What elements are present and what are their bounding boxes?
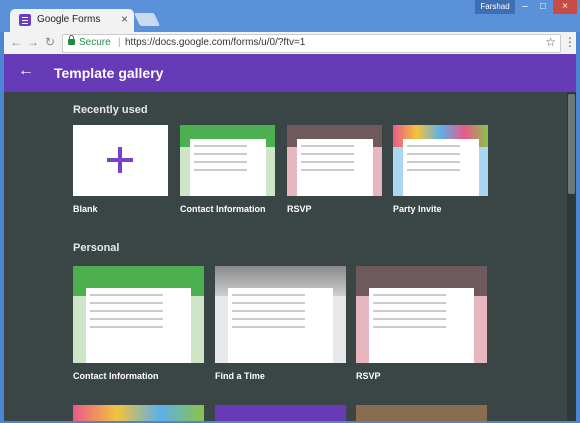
template-card-contact-information[interactable]	[180, 125, 275, 196]
form-preview-lines	[369, 294, 474, 328]
app-bar: ← Template gallery	[4, 54, 576, 92]
chrome-menu-icon[interactable]: ⋮	[564, 35, 576, 49]
template-card-party-invite[interactable]	[393, 125, 488, 196]
template-label-rsvp: RSVP	[287, 204, 312, 214]
template-label-contact-information-large: Contact Information	[73, 371, 159, 381]
browser-toolbar: ← → ↻ Secure | https://docs.google.com/f…	[4, 32, 576, 54]
section-recently-used: Recently used	[73, 104, 148, 116]
page: ← Template gallery Recently used Blank C…	[4, 54, 576, 421]
template-card-blank[interactable]	[73, 125, 168, 196]
secure-label: Secure	[79, 37, 111, 48]
user-badge[interactable]: Farshad	[475, 0, 515, 14]
forms-favicon-icon	[19, 14, 31, 26]
plus-icon	[107, 147, 133, 173]
template-label-find-a-time: Find a Time	[215, 371, 265, 381]
form-preview-lines	[297, 145, 373, 171]
template-card-find-a-time[interactable]	[215, 266, 346, 363]
back-nav-icon[interactable]: ←	[10, 35, 22, 49]
scrollbar-thumb[interactable]	[568, 94, 575, 194]
url-separator: |	[118, 37, 121, 48]
url-text[interactable]: https://docs.google.com/forms/u/0/?ftv=1	[125, 37, 305, 48]
bookmark-star-icon[interactable]: ☆	[545, 35, 556, 49]
form-preview-lines	[228, 294, 333, 328]
template-label-contact-information: Contact Information	[180, 204, 266, 214]
template-card-contact-information-large[interactable]	[73, 266, 204, 363]
form-preview-lines	[403, 145, 479, 171]
section-personal: Personal	[73, 242, 120, 254]
tab-title: Google Forms	[37, 14, 101, 25]
forward-nav-icon[interactable]: →	[27, 35, 39, 49]
address-bar[interactable]: Secure | https://docs.google.com/forms/u…	[62, 34, 561, 53]
template-label-blank: Blank	[73, 204, 98, 214]
lock-icon	[68, 35, 75, 45]
browser-tab[interactable]: Google Forms ×	[10, 9, 134, 32]
close-window-icon[interactable]: ×	[553, 0, 577, 14]
minimize-icon[interactable]: –	[517, 0, 533, 14]
form-preview-lines	[190, 145, 266, 171]
maximize-icon[interactable]: □	[535, 0, 551, 14]
form-preview-lines	[86, 294, 191, 328]
template-card-rsvp[interactable]	[287, 125, 382, 196]
close-tab-icon[interactable]: ×	[121, 12, 128, 26]
template-card-rsvp-large[interactable]	[356, 266, 487, 363]
template-card-partial-3[interactable]	[356, 405, 487, 421]
page-title: Template gallery	[54, 65, 164, 81]
reload-icon[interactable]: ↻	[45, 35, 55, 49]
template-label-rsvp-large: RSVP	[356, 371, 381, 381]
template-card-partial-1[interactable]	[73, 405, 204, 421]
template-label-party-invite: Party Invite	[393, 204, 442, 214]
template-card-partial-2[interactable]	[215, 405, 346, 421]
back-arrow-icon[interactable]: ←	[18, 62, 34, 80]
